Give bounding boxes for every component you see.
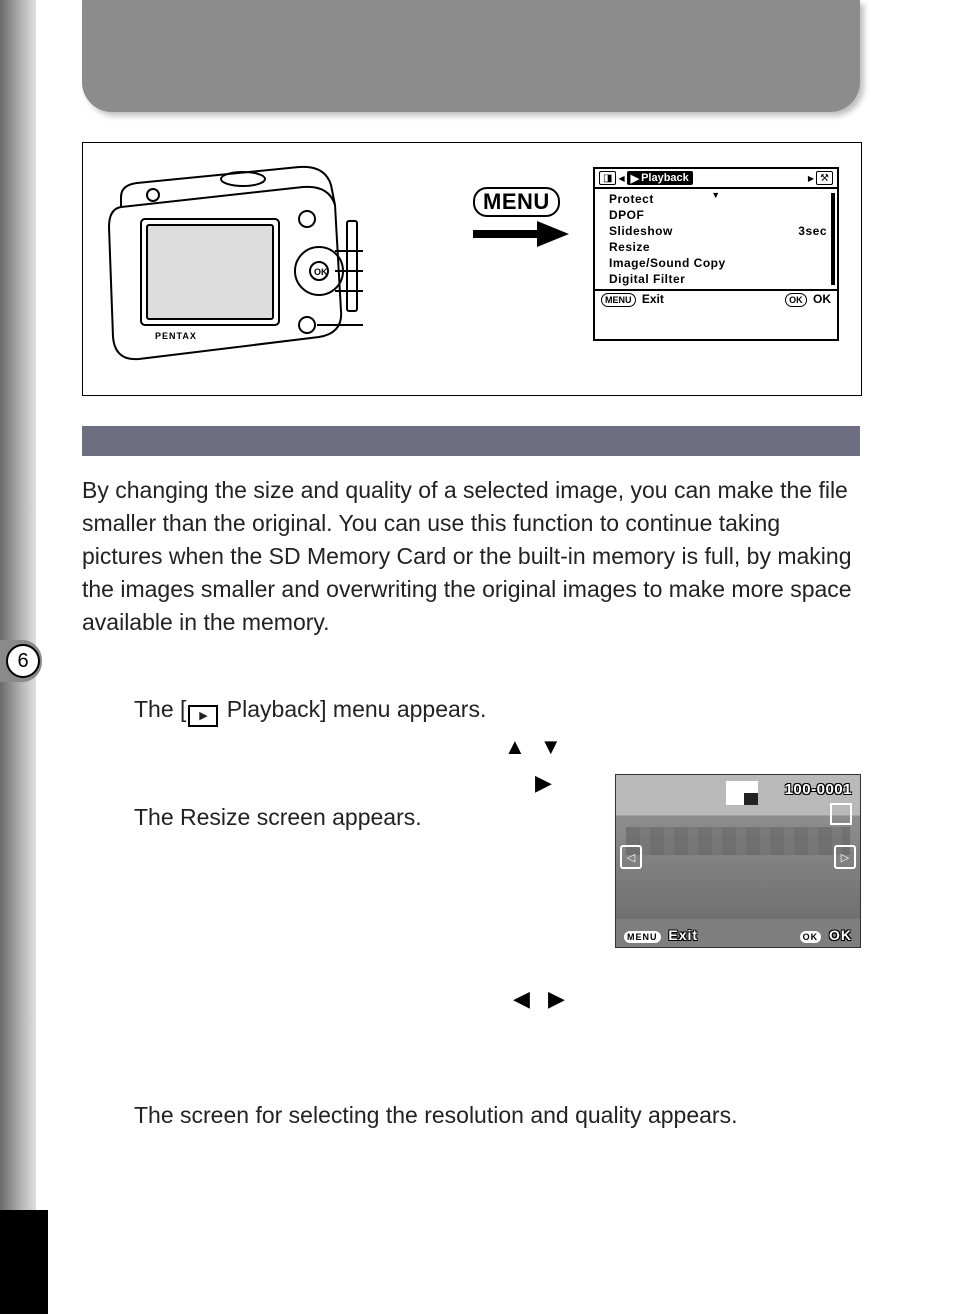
resize-nav-left-icon: ◁ <box>620 845 642 869</box>
menu-item-dpof: DPOF <box>609 207 827 223</box>
arrow-right-icon <box>473 221 569 247</box>
ok-pill-icon: OK <box>785 293 807 307</box>
playback-menu-screen: ◨ ◀ ▶ Playback ▶ ⚒ ▼ Protect DPOF Slides… <box>593 167 839 341</box>
resize-ok-label: OK <box>829 927 852 943</box>
resize-footer: MENU Exit OK OK <box>616 927 860 943</box>
menu-scrollbar <box>831 193 835 285</box>
left-right-arrow-icon: ◀ ▶ <box>513 986 571 1012</box>
playback-icon <box>188 705 218 727</box>
menu-footer: MENU Exit OK OK <box>595 289 837 308</box>
setup-tab-icon: ⚒ <box>816 171 833 185</box>
menu-button-label: MENU <box>473 187 560 217</box>
resize-screen: 100-0001 ◁ ▷ MENU Exit OK OK <box>615 774 861 948</box>
menu-item-slideshow-value: 3sec <box>798 223 827 239</box>
menu-exit-label: Exit <box>642 292 664 306</box>
step1-result: The [ Playback] menu appears. <box>134 696 564 727</box>
menu-item-resize: Resize <box>609 239 827 255</box>
menu-pill-icon: MENU <box>601 293 636 307</box>
up-down-arrow-icon: ▲ ▼ <box>504 734 566 760</box>
resize-ok-pill-icon: OK <box>800 931 822 943</box>
svg-text:PENTAX: PENTAX <box>155 331 197 341</box>
menu-tabs: ◨ ◀ ▶ Playback ▶ ⚒ <box>595 169 837 189</box>
svg-text:OK: OK <box>314 267 328 277</box>
camera-tab-icon: ◨ <box>599 171 616 185</box>
subsection-bar <box>82 426 860 456</box>
image-frame-icon <box>830 803 852 825</box>
tab-prev-icon: ◀ <box>618 174 624 183</box>
right-arrow-icon: ▶ <box>535 770 552 796</box>
resize-image-id: 100-0001 <box>785 781 852 798</box>
menu-scroll-down-icon: ▼ <box>711 187 720 203</box>
playback-tab-selected: ▶ Playback <box>627 171 693 185</box>
tab-next-icon: ▶ <box>808 174 814 183</box>
menu-item-digital-filter: Digital Filter <box>609 271 827 287</box>
step3-result: The Resize screen appears. <box>134 804 564 831</box>
resize-exit-label: Exit <box>668 927 698 943</box>
page-left-gutter <box>0 0 36 1210</box>
menu-ok-label: OK <box>813 292 831 306</box>
camera-diagram-frame: OK PENTAX MENU ◨ ◀ ▶ Playback <box>82 142 862 396</box>
menu-item-image-sound-copy: Image/Sound Copy <box>609 255 827 271</box>
chapter-tab: 6 <box>0 640 42 682</box>
resize-menu-pill-icon: MENU <box>624 931 661 943</box>
section-header-banner <box>82 0 860 112</box>
menu-item-slideshow: Slideshow <box>609 223 673 239</box>
playback-tab-icon: ▶ <box>631 172 639 185</box>
resize-icon <box>726 781 758 805</box>
page-bottom-gutter <box>0 1210 48 1314</box>
menu-body: ▼ Protect DPOF Slideshow 3sec Resize Ima… <box>595 189 837 289</box>
resize-nav-right-icon: ▷ <box>834 845 856 869</box>
step5-result: The screen for selecting the resolution … <box>134 1102 834 1129</box>
body-paragraph: By changing the size and quality of a se… <box>82 474 860 639</box>
chapter-tab-number: 6 <box>6 644 40 678</box>
camera-illustration: OK PENTAX <box>103 161 363 371</box>
playback-tab-label: Playback <box>641 172 689 184</box>
